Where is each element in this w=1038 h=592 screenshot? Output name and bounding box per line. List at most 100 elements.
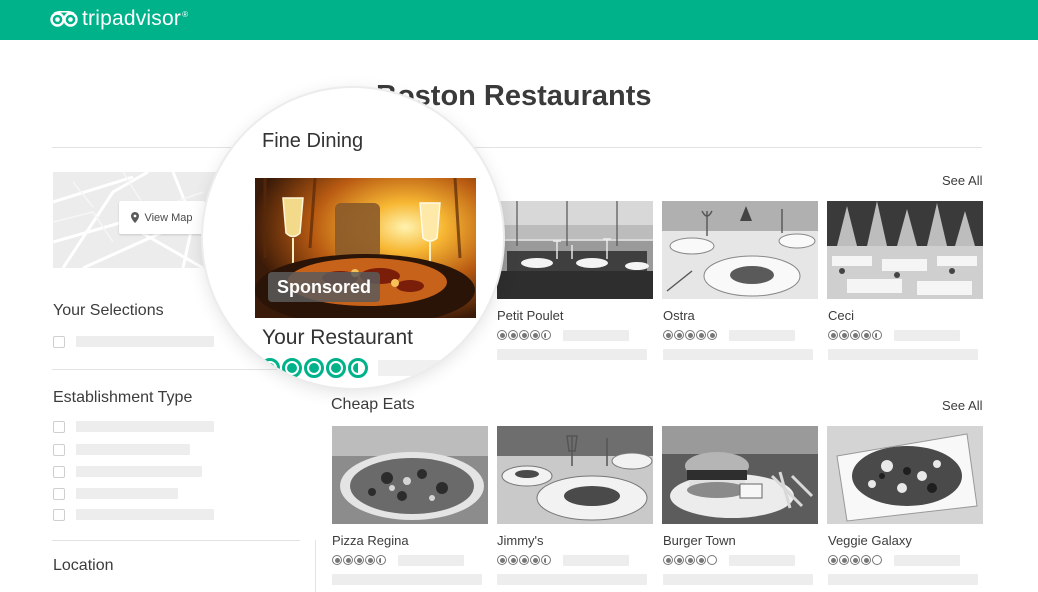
cheap-eats-see-all-link[interactable]: See All [942,398,982,413]
rating-bubble-icon [343,555,353,565]
selection-checkbox[interactable] [53,336,65,348]
restaurant-name[interactable]: Burger Town [663,533,736,548]
placeholder-bar [76,444,190,455]
rating-bubble-half-icon [348,358,368,378]
placeholder-bar [76,421,214,432]
restaurant-name[interactable]: Veggie Galaxy [828,533,912,548]
rating-bubble-icon [508,330,518,340]
rating-bubble-icon [354,555,364,565]
establishment-checkbox[interactable] [53,444,65,456]
rating-bubble-icon [508,555,518,565]
rating-bubble-icon [861,330,871,340]
rating-bubble-icon [685,555,695,565]
rating-bubble-icon [365,555,375,565]
rating-bubble-icon [304,358,324,378]
title-divider [52,147,982,148]
restaurant-name[interactable]: Petit Poulet [497,308,564,323]
placeholder-bar [729,555,795,566]
rating-bubble-icon [519,555,529,565]
placeholder-bar [729,330,795,341]
rating-bubble-icon [497,330,507,340]
rating-bubble-icon [828,555,838,565]
placeholder-bar [828,574,978,585]
rating-bubble-icon [861,555,871,565]
fine-dining-heading: Fine Dining [262,130,364,152]
placeholder-bar [497,574,647,585]
restaurant-photo-jimmys[interactable] [497,426,653,524]
establishment-checkbox[interactable] [53,466,65,478]
restaurant-photo-ceci[interactable] [827,201,983,299]
view-map-label: View Map [144,211,193,224]
rating-bubble-icon [530,555,540,565]
fine-dining-see-all-link[interactable]: See All [942,173,982,188]
restaurant-photo-burger-town[interactable] [662,426,818,524]
rating-bubble-half-icon [541,555,551,565]
rating-bubble-empty-icon [872,555,882,565]
establishment-checkbox[interactable] [53,488,65,500]
sidebar-divider [52,540,300,541]
rating-bubble-half-icon [541,330,551,340]
placeholder-bar [828,349,978,360]
rating-bubble-half-icon [376,555,386,565]
rating-bubble-icon [497,555,507,565]
column-divider [315,540,316,592]
bubble-rating [663,555,717,565]
rating-bubble-icon [850,555,860,565]
placeholder-bar [76,466,202,477]
placeholder-bar [894,555,960,566]
restaurant-photo-ostra[interactable] [662,201,818,299]
establishment-type-heading: Establishment Type [53,389,193,406]
magnifier-callout: Fine Dining Sponsored Your Restaurant [203,88,503,388]
bubble-rating [497,555,551,565]
trademark-symbol: ® [182,9,188,19]
owl-logo-icon [50,11,78,27]
restaurant-name[interactable]: Ostra [663,308,695,323]
your-selections-heading: Your Selections [53,302,164,319]
featured-bubble-rating [260,358,368,378]
placeholder-bar [76,488,178,499]
bubble-rating [828,330,882,340]
bubble-rating [497,330,551,340]
placeholder-bar [894,330,960,341]
tripadvisor-logo[interactable]: tripadvisor ® [50,7,188,30]
rating-bubble-icon [685,330,695,340]
location-heading: Location [53,557,114,574]
rating-bubble-icon [674,330,684,340]
top-bar: tripadvisor ® [0,0,1038,40]
featured-restaurant-name[interactable]: Your Restaurant [262,326,413,350]
placeholder-bar [76,509,214,520]
rating-bubble-icon [530,330,540,340]
rating-bubble-icon [663,330,673,340]
rating-bubble-icon [839,330,849,340]
rating-bubble-icon [282,358,302,378]
restaurant-name[interactable]: Jimmy's [497,533,544,548]
rating-bubble-icon [326,358,346,378]
cheap-eats-heading: Cheap Eats [331,396,415,413]
sponsored-badge: Sponsored [268,272,381,302]
establishment-checkbox[interactable] [53,509,65,521]
placeholder-bar [76,336,214,347]
rating-bubble-empty-icon [707,555,717,565]
view-map-button[interactable]: View Map [119,201,205,234]
restaurant-photo-petit-poulet[interactable] [497,201,653,299]
rating-bubble-icon [839,555,849,565]
rating-bubble-icon [850,330,860,340]
placeholder-bar [663,574,813,585]
restaurant-name[interactable]: Ceci [828,308,854,323]
placeholder-bar [332,574,482,585]
rating-bubble-icon [696,555,706,565]
restaurant-photo-pizza-regina[interactable] [332,426,488,524]
placeholder-bar [563,555,629,566]
restaurant-name[interactable]: Pizza Regina [332,533,409,548]
bubble-rating [663,330,717,340]
map-pin-icon [131,212,140,223]
placeholder-bar [497,349,647,360]
placeholder-bar [563,330,629,341]
restaurant-photo-veggie-galaxy[interactable] [827,426,983,524]
rating-bubble-half-icon [872,330,882,340]
bubble-rating [332,555,386,565]
bubble-rating [828,555,882,565]
rating-bubble-icon [663,555,673,565]
rating-bubble-icon [519,330,529,340]
establishment-checkbox[interactable] [53,421,65,433]
